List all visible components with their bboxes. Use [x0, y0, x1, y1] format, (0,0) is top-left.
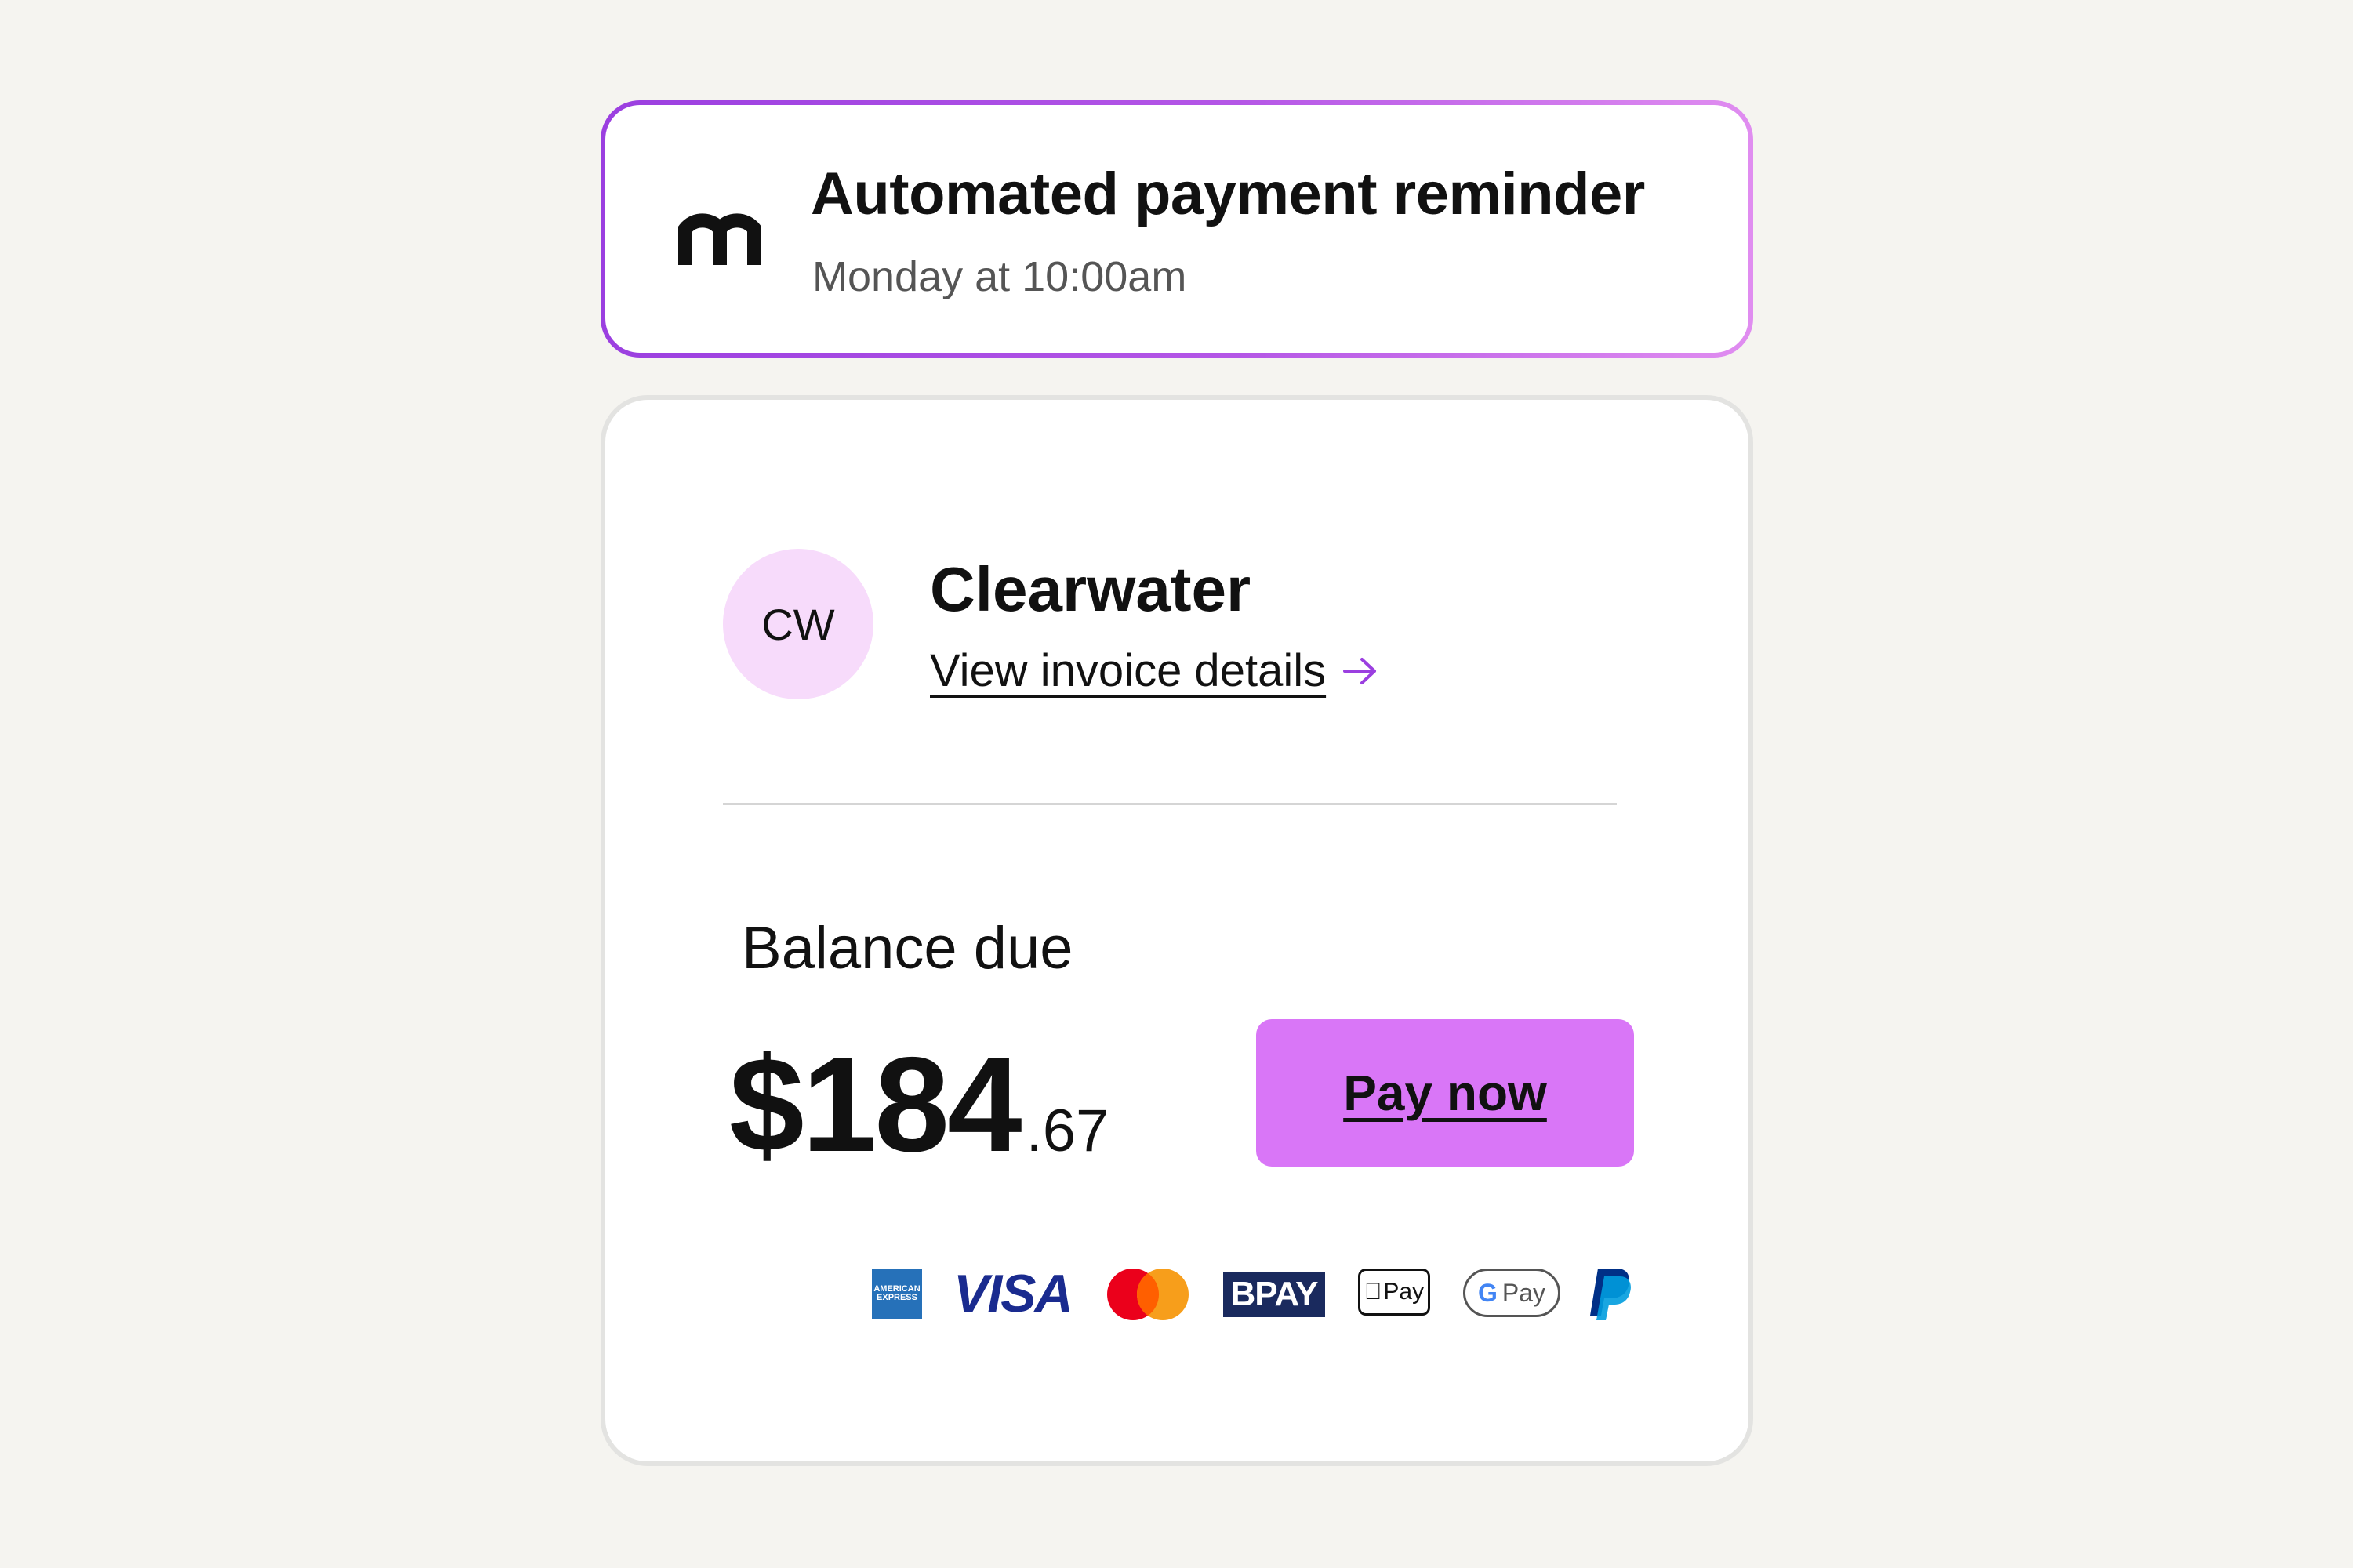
visa-icon: VISA — [953, 1264, 1073, 1323]
amount-cents: .67 — [1026, 1098, 1109, 1164]
amex-icon: AMERICAN EXPRESS — [872, 1269, 922, 1319]
balance-due-label: Balance due — [742, 915, 1073, 982]
arrow-right-icon — [1343, 657, 1377, 684]
notification-time: Monday at 10:00am — [812, 253, 1187, 300]
paypal-icon — [1590, 1269, 1631, 1320]
amount-dollars: $184 — [729, 1029, 1022, 1180]
balance-amount: $184 .67 — [729, 1027, 1109, 1182]
mastercard-icon — [1107, 1269, 1189, 1320]
google-pay-icon: G Pay — [1463, 1269, 1560, 1317]
m-logo-icon — [678, 213, 761, 265]
view-invoice-details-label: View invoice details — [930, 645, 1327, 696]
apple-pay-icon: Pay — [1358, 1269, 1430, 1316]
bpay-icon: BPAY — [1223, 1272, 1325, 1317]
view-invoice-details-link[interactable]: View invoice details — [930, 644, 1379, 697]
avatar-initials: CW — [761, 599, 835, 649]
avatar: CW — [723, 549, 873, 699]
divider — [723, 803, 1617, 805]
payment-reminder-notification[interactable]: Automated payment reminder Monday at 10:… — [601, 100, 1753, 358]
notification-body: Automated payment reminder Monday at 10:… — [605, 105, 1748, 353]
invoice-card: CW Clearwater View invoice details Balan… — [601, 395, 1753, 1466]
company-name: Clearwater — [930, 554, 1251, 624]
notification-title: Automated payment reminder — [811, 161, 1645, 227]
pay-now-button[interactable]: Pay now — [1256, 1019, 1634, 1167]
